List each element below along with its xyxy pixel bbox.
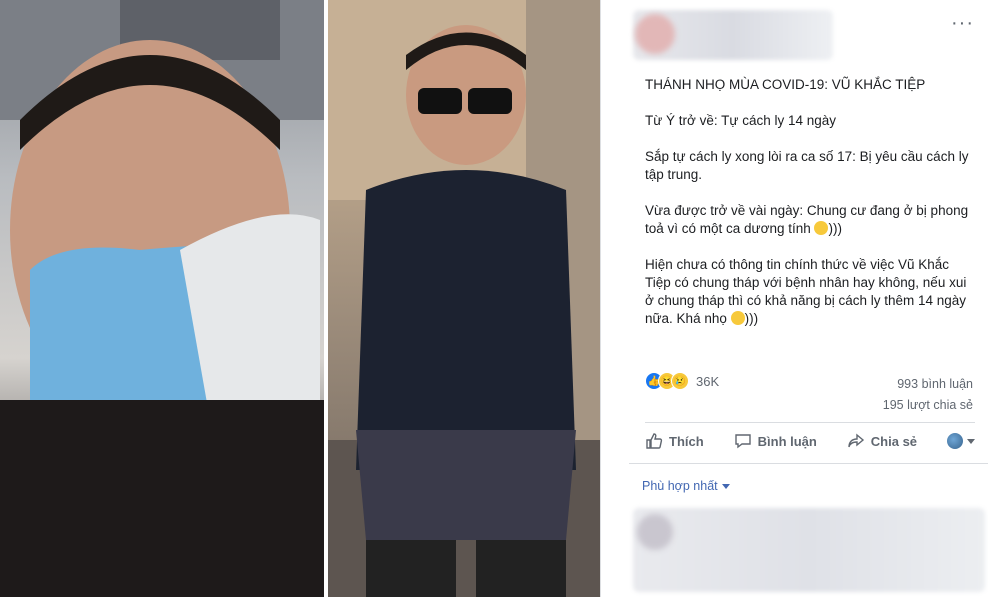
post-line-3-tail: )))	[828, 221, 842, 236]
like-icon	[646, 433, 663, 449]
smile-emoji-icon	[814, 221, 829, 235]
comment-sort-dropdown[interactable]: Phù hợp nhất	[642, 479, 730, 493]
share-icon	[848, 433, 864, 448]
sad-reaction-icon: 😢	[671, 372, 689, 390]
globe-icon	[947, 433, 963, 449]
more-options-button[interactable]: ···	[951, 12, 974, 35]
shares-count-link[interactable]: 195 lượt chia sẻ	[883, 398, 973, 412]
photo-divider	[324, 0, 328, 597]
post-line-3: Vừa được trở về vài ngày: Chung cư đang …	[645, 202, 975, 238]
grin-emoji-icon	[730, 311, 745, 325]
post-panel: ··· THÁNH NHỌ MÙA COVID-19: VŨ KHẮC TIỆP…	[600, 0, 988, 597]
chevron-down-icon	[721, 483, 730, 489]
comments-count-link[interactable]: 993 bình luận	[897, 377, 973, 391]
like-button-label: Thích	[669, 433, 704, 449]
photo-illustration-left	[0, 0, 326, 597]
reactions-count: 36K	[696, 373, 720, 389]
photo-man-sunglasses	[326, 0, 600, 597]
chevron-down-icon	[967, 438, 975, 444]
comment-button[interactable]: Bình luận	[734, 432, 817, 450]
author-avatar[interactable]	[635, 14, 675, 54]
comment-blurred	[633, 508, 985, 592]
comment-sort-label: Phù hợp nhất	[642, 479, 718, 493]
action-bar: Thích Bình luận Chia sẻ	[645, 432, 975, 450]
commenter-avatar[interactable]	[637, 514, 673, 550]
photo-illustration-right	[326, 0, 600, 597]
divider	[645, 422, 975, 423]
post-line-4: Hiện chưa có thông tin chính thức về việ…	[645, 256, 975, 328]
like-button[interactable]: Thích	[645, 432, 704, 450]
reactions-summary[interactable]: 👍 😆 😢 36K	[645, 372, 719, 390]
post-title: THÁNH NHỌ MÙA COVID-19: VŨ KHẮC TIỆP	[645, 77, 926, 92]
share-button[interactable]: Chia sẻ	[847, 432, 917, 450]
post-line-3-text: Vừa được trở về vài ngày: Chung cư đang …	[645, 203, 969, 236]
post-photo[interactable]	[0, 0, 600, 597]
comment-button-label: Bình luận	[757, 433, 817, 449]
post-line-2: Sắp tự cách ly xong lòi ra ca số 17: Bị …	[645, 149, 969, 182]
post-line-4-text: Hiện chưa có thông tin chính thức về việ…	[645, 257, 967, 326]
comment-icon	[734, 434, 751, 449]
post-line-1: Từ Ý trở về: Tự cách ly 14 ngày	[645, 113, 836, 128]
share-button-label: Chia sẻ	[870, 433, 918, 449]
post-line-4-tail: )))	[744, 311, 759, 326]
divider	[629, 463, 988, 464]
post-body: THÁNH NHỌ MÙA COVID-19: VŨ KHẮC TIỆP Từ …	[645, 76, 975, 346]
photo-man-mask	[0, 0, 326, 597]
audience-selector[interactable]	[947, 433, 975, 449]
